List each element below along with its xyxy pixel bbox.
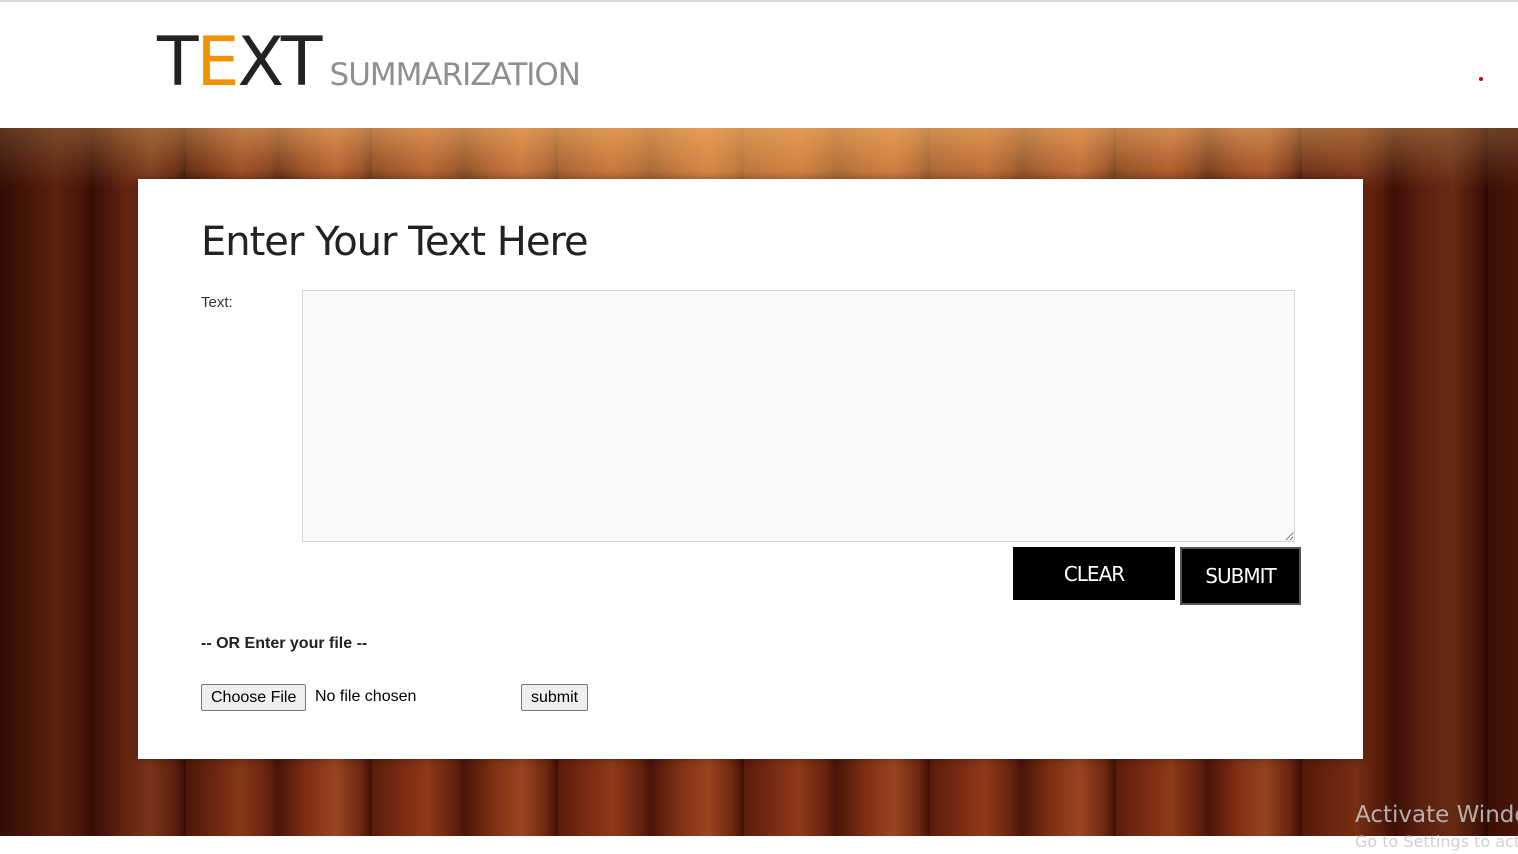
watermark-line-1: Activate Windows <box>1355 802 1518 828</box>
submit-button[interactable]: SUBMIT <box>1180 547 1301 605</box>
logo-subtitle: SUMMARIZATION <box>329 57 581 93</box>
file-submit-button[interactable]: submit <box>521 684 589 711</box>
page-title: Enter Your Text Here <box>201 219 589 265</box>
clear-button[interactable]: CLEAR <box>1013 547 1175 600</box>
site-header: TEXT SUMMARIZATION <box>0 2 1518 128</box>
logo-letters-xt: XT <box>237 23 323 102</box>
watermark-line-2: Go to Settings to activate Windows. <box>1355 832 1518 851</box>
logo-text: TEXT <box>157 23 323 102</box>
or-file-label: -- OR Enter your file -- <box>201 635 368 652</box>
activate-windows-watermark: Activate Windows Go to Settings to activ… <box>1355 800 1518 854</box>
summarization-form-card: Enter Your Text Here Text: CLEAR SUBMIT … <box>138 179 1363 759</box>
site-logo[interactable]: TEXT SUMMARIZATION <box>157 29 581 97</box>
choose-file-button[interactable]: Choose File <box>201 684 307 711</box>
red-dot-indicator <box>1479 77 1483 81</box>
text-label: Text: <box>201 294 233 311</box>
logo-letter-e: E <box>196 23 240 102</box>
file-status-text: No file chosen <box>315 688 417 705</box>
text-input-area[interactable] <box>302 290 1295 542</box>
bottom-strip <box>0 836 1518 853</box>
logo-letter-t: T <box>157 23 199 102</box>
